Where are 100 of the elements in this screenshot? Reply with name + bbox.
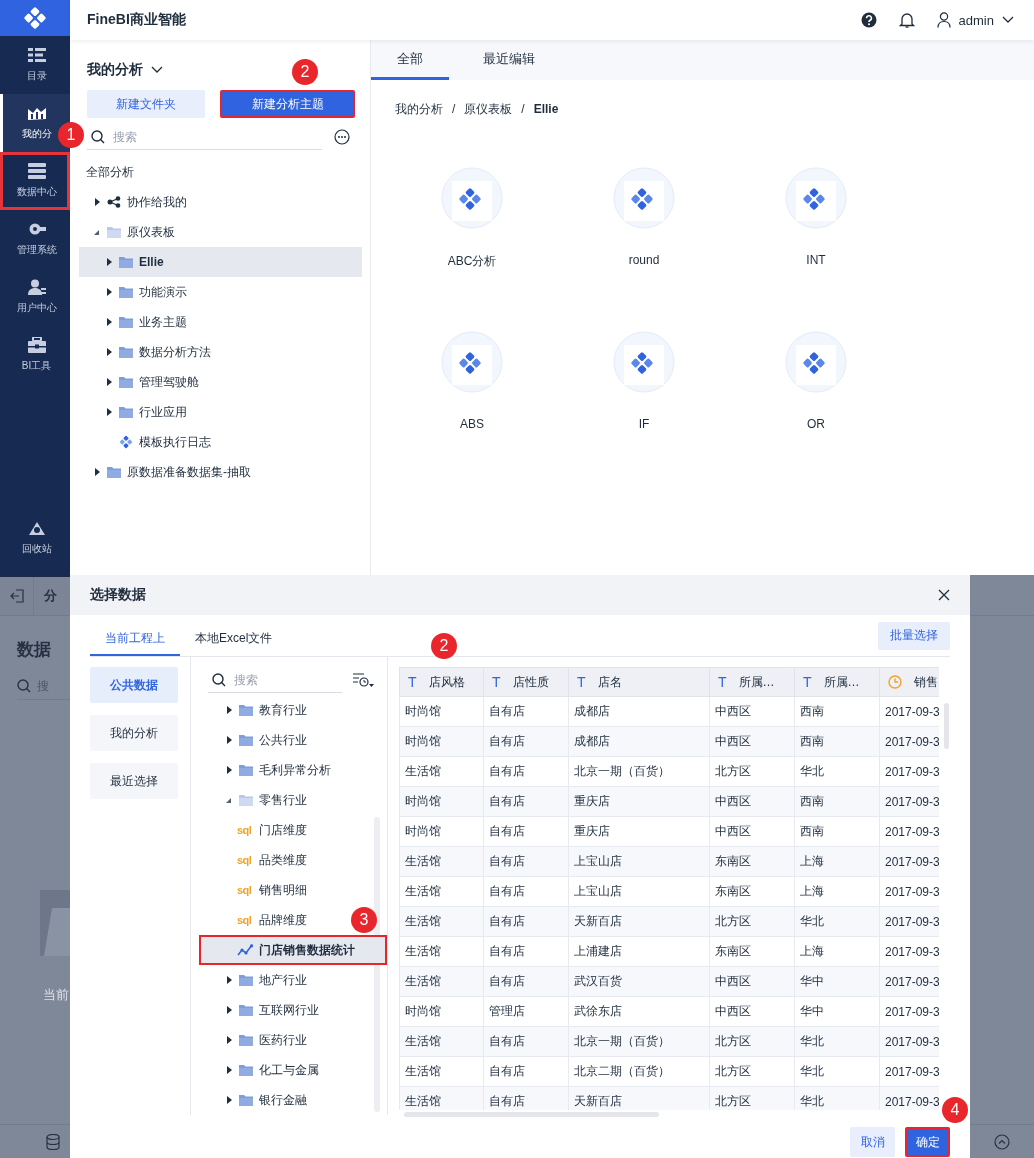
nav-item[interactable]: 数据中心 [0, 152, 70, 210]
tree-item[interactable]: 管理驾驶舱 [79, 367, 207, 397]
tree-item[interactable]: 公共行业 [199, 725, 315, 755]
tab[interactable]: 全部 [371, 40, 449, 80]
tree-item[interactable]: 模板执行日志 [79, 427, 219, 457]
tree-item[interactable]: sql 销售明细 [199, 875, 315, 905]
tree-item[interactable]: 数据分析方法 [79, 337, 219, 367]
tree-item[interactable]: 功能演示 [79, 277, 195, 307]
tree-item[interactable]: 门店销售数据统计 [199, 935, 387, 965]
tree-item[interactable]: 地产行业 [199, 965, 315, 995]
tree-item[interactable]: 行业应用 [79, 397, 195, 427]
breadcrumb-item[interactable]: 我的分析 [395, 100, 443, 118]
caret-icon[interactable] [225, 976, 233, 984]
tree-item[interactable]: 医药行业 [199, 1025, 315, 1055]
tree-item[interactable]: 业务主题 [79, 307, 195, 337]
table-cell: 重庆店 [569, 787, 710, 817]
confirm-button[interactable]: 新建分析主题 [220, 90, 355, 118]
source-item[interactable]: 公共数据 [90, 667, 178, 703]
caret-icon[interactable] [105, 288, 113, 296]
list-icon [26, 47, 47, 63]
more-icon[interactable] [334, 129, 350, 145]
breadcrumb-item[interactable]: 原仪表板 [464, 100, 513, 118]
caret-icon[interactable] [105, 408, 113, 416]
caret-icon[interactable] [225, 796, 233, 804]
action-button[interactable]: 新建文件夹 [87, 90, 205, 118]
caret-icon[interactable] [225, 1096, 233, 1104]
caret-icon[interactable] [225, 736, 233, 744]
tree-item[interactable]: 原仪表板 [79, 217, 183, 247]
caret-icon[interactable] [225, 1036, 233, 1044]
tab[interactable]: 本地Excel文件 [180, 622, 288, 656]
database-icon[interactable] [46, 1133, 60, 1150]
search-field[interactable]: 搜索 [113, 129, 322, 144]
analysis-item[interactable]: ABS [386, 331, 558, 456]
tree-item[interactable]: Ellie [79, 247, 362, 277]
column-label: 所属… [823, 673, 860, 691]
confirm-button[interactable]: 确定 [905, 1127, 950, 1157]
tree-item[interactable]: 教育行业 [199, 695, 315, 725]
type-mark: T [408, 674, 417, 690]
nav-item[interactable]: BI工具 [0, 326, 70, 384]
caret-icon[interactable] [93, 198, 101, 206]
column-header[interactable]: T 店名 [569, 667, 710, 697]
bell-icon[interactable] [898, 12, 915, 28]
column-header[interactable]: 销售 [880, 667, 939, 697]
analysis-item[interactable]: IF [558, 331, 730, 456]
tree-item[interactable]: 协作给我的 [79, 187, 195, 217]
user-name[interactable]: admin [958, 12, 994, 28]
folder-icon [239, 704, 253, 716]
tree-item[interactable]: 原数据准备数据集-抽取 [79, 457, 259, 487]
help-icon[interactable] [860, 12, 877, 28]
tree-item[interactable]: sql 品类维度 [199, 845, 315, 875]
source-item[interactable]: 我的分析 [90, 715, 178, 751]
nav-item[interactable]: 管理系统 [0, 210, 70, 268]
tree-item[interactable]: 毛利异常分析 [199, 755, 339, 785]
tree-item[interactable]: 化工与金属 [199, 1055, 327, 1085]
caret-icon[interactable] [93, 228, 101, 236]
table-cell: 自有店 [484, 787, 569, 817]
exit-icon[interactable] [10, 589, 24, 603]
caret-icon[interactable] [225, 1006, 233, 1014]
chevron-icon[interactable] [151, 66, 163, 74]
column-header[interactable]: T 所属… [795, 667, 880, 697]
batch-select-button[interactable]: 批量选择 [878, 621, 950, 650]
caret-icon[interactable] [105, 318, 113, 326]
analysis-item[interactable]: round [558, 167, 730, 292]
nav-item[interactable]: 目录 [0, 36, 70, 94]
analysis-item[interactable]: INT [730, 167, 902, 292]
caret-icon[interactable] [225, 1066, 233, 1074]
tab[interactable]: 最近编辑 [449, 40, 569, 80]
tree-item[interactable]: sql 门店维度 [199, 815, 315, 845]
nav-item[interactable]: 回收站 [0, 509, 70, 567]
chevron-icon[interactable] [1002, 16, 1014, 24]
filter-icon[interactable] [352, 672, 374, 688]
analysis-item[interactable]: ABC分析 [386, 167, 558, 292]
search-field[interactable]: 搜索 [234, 672, 342, 687]
folder-icon [119, 256, 133, 268]
caret-icon[interactable] [105, 378, 113, 386]
tree-item[interactable]: 零售行业 [199, 785, 315, 815]
tree-item[interactable]: 银行金融 [199, 1085, 315, 1115]
close-icon[interactable] [938, 589, 950, 601]
action-button[interactable]: 取消 [850, 1127, 895, 1157]
caret-icon[interactable] [105, 258, 113, 266]
column-header[interactable]: T 店风格 [399, 667, 484, 697]
step-badge: 1 [58, 122, 84, 148]
caret-icon[interactable] [225, 766, 233, 774]
tab[interactable]: 当前工程上 [90, 622, 180, 656]
nav-item[interactable]: 用户中心 [0, 268, 70, 326]
analysis-item[interactable]: OR [730, 331, 902, 456]
panel-title[interactable]: 我的分析 [87, 61, 143, 79]
tree-item[interactable]: 互联网行业 [199, 995, 327, 1025]
table-cell: 2017-09-3 [880, 1027, 939, 1057]
caret-icon[interactable] [225, 706, 233, 714]
column-header[interactable]: T 店性质 [484, 667, 569, 697]
tree-item[interactable]: sql 品牌维度 [199, 905, 315, 935]
breadcrumb-item[interactable]: Ellie [533, 102, 559, 116]
up-circle-icon[interactable] [994, 1133, 1010, 1150]
caret-icon[interactable] [105, 348, 113, 356]
column-header[interactable]: T 所属… [710, 667, 795, 697]
table-cell: 自有店 [484, 967, 569, 997]
tree-title: 全部分析 [86, 164, 135, 181]
source-item[interactable]: 最近选择 [90, 763, 178, 799]
caret-icon[interactable] [93, 468, 101, 476]
